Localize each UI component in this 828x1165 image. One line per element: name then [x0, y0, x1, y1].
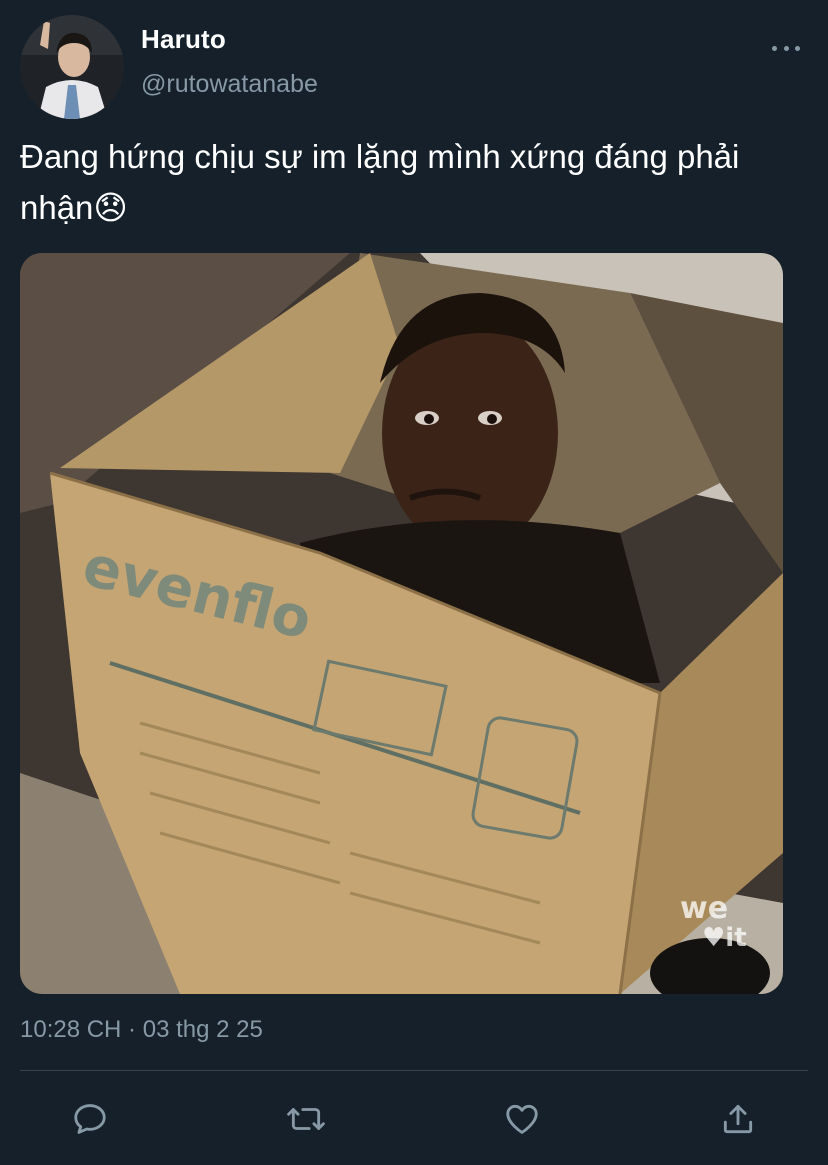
- share-button[interactable]: [714, 1095, 762, 1143]
- tweet-actions: [0, 1095, 828, 1143]
- reply-icon: [74, 1104, 106, 1134]
- tweet-text-line-1: Đang hứng chịu sự im lặng mình xứng đáng…: [20, 138, 740, 175]
- avatar-photo: [20, 15, 124, 119]
- tweet-text: Đang hứng chịu sự im lặng mình xứng đáng…: [20, 131, 810, 233]
- tweet-text-line-2: nhận: [20, 189, 94, 226]
- avatar[interactable]: [20, 15, 124, 119]
- divider: [20, 1070, 808, 1071]
- tweet-timestamp[interactable]: 10:28 CH · 03 thg 2 25: [20, 1016, 263, 1044]
- retweet-icon: [287, 1108, 325, 1130]
- reply-button[interactable]: [66, 1095, 114, 1143]
- watermark-text: we: [680, 891, 728, 926]
- disappointed-face-emoji: 😞: [93, 189, 128, 226]
- heart-icon: [506, 1104, 538, 1134]
- more-options-icon[interactable]: [772, 36, 800, 60]
- tweet: Haruto @rutowatanabe Đang hứng chịu sự i…: [0, 0, 828, 1165]
- tweet-image-photo: evenflo we ♥it: [20, 253, 783, 994]
- tweet-image[interactable]: evenflo we ♥it: [20, 253, 783, 994]
- retweet-button[interactable]: [282, 1095, 330, 1143]
- username-handle[interactable]: @rutowatanabe: [141, 70, 318, 99]
- watermark-text-2: ♥it: [702, 923, 747, 953]
- share-icon: [723, 1104, 753, 1134]
- like-button[interactable]: [498, 1095, 546, 1143]
- display-name[interactable]: Haruto: [141, 24, 226, 55]
